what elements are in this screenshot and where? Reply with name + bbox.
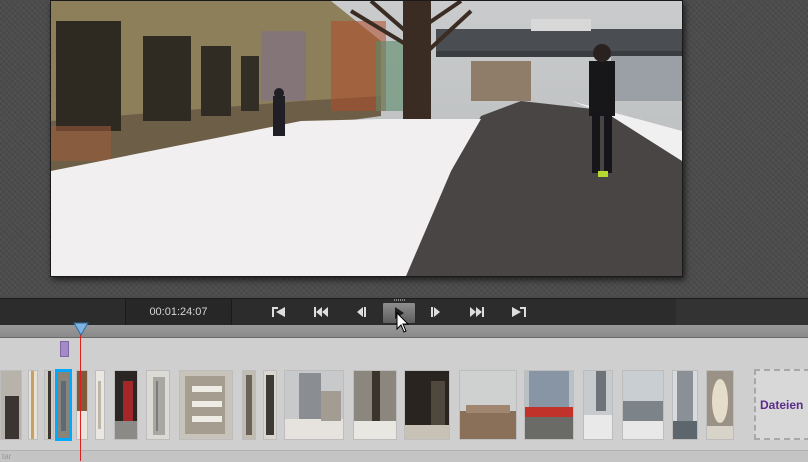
- preview-area: [0, 0, 808, 296]
- previous-clip-icon: [314, 307, 328, 317]
- skip-to-end-icon: [512, 307, 526, 317]
- next-clip-button[interactable]: [462, 303, 492, 321]
- playhead-line: [80, 330, 81, 461]
- clip-thumbnail[interactable]: [353, 370, 397, 440]
- files-drop-zone[interactable]: Dateien: [754, 369, 808, 440]
- clip-thumbnail[interactable]: [114, 370, 138, 440]
- clip-thumbnail[interactable]: [0, 370, 22, 440]
- playhead-icon: [73, 322, 89, 336]
- step-back-icon: [357, 307, 366, 317]
- step-forward-button[interactable]: [421, 303, 451, 321]
- clip-thumbnail[interactable]: [284, 370, 344, 440]
- clip-thumbnail[interactable]: [672, 370, 698, 440]
- resize-grip[interactable]: [394, 299, 406, 301]
- clip-thumbnail[interactable]: [28, 370, 38, 440]
- clip-thumbnail[interactable]: [76, 370, 88, 440]
- footer-text: tar: [2, 452, 12, 461]
- previous-clip-button[interactable]: [306, 303, 336, 321]
- step-forward-icon: [431, 307, 440, 317]
- transport-right-panel: [676, 299, 808, 325]
- clip-thumbnail[interactable]: [44, 370, 54, 440]
- go-to-end-button[interactable]: [504, 303, 534, 321]
- step-back-button[interactable]: [346, 303, 376, 321]
- clip-thumbnail[interactable]: [583, 370, 613, 440]
- go-to-start-button[interactable]: [264, 303, 294, 321]
- clip-thumbnail[interactable]: [242, 370, 256, 440]
- clip-thumbnail[interactable]: [622, 370, 664, 440]
- clip-marker[interactable]: [60, 341, 69, 357]
- timecode-display: 00:01:24:07: [125, 299, 232, 325]
- clip-thumbnail[interactable]: [95, 370, 105, 440]
- clip-thumbnail[interactable]: [263, 370, 277, 440]
- marker-track: [0, 338, 808, 360]
- skip-to-start-icon: [272, 307, 285, 317]
- clip-thumbnail[interactable]: [524, 370, 574, 440]
- video-preview[interactable]: [50, 0, 683, 277]
- clip-thumbnail[interactable]: [146, 370, 170, 440]
- clip-thumbnail[interactable]: [404, 370, 450, 440]
- clip-thumbnail[interactable]: [706, 370, 734, 440]
- playhead-handle[interactable]: [73, 322, 89, 341]
- clip-thumbnail-selected[interactable]: [55, 369, 72, 441]
- clip-thumbnail[interactable]: [179, 370, 233, 440]
- mouse-cursor-icon: [396, 311, 410, 339]
- next-clip-icon: [470, 307, 484, 317]
- files-drop-label: Dateien: [760, 397, 804, 412]
- timeline-footer: [0, 450, 808, 462]
- clip-thumbnail[interactable]: [459, 370, 517, 440]
